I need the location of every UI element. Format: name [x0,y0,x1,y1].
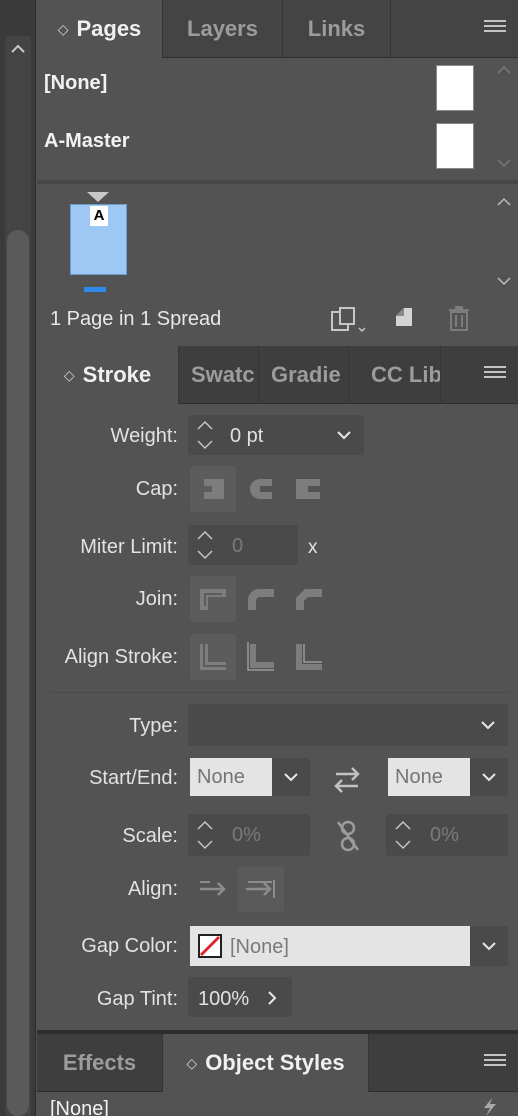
current-spread-marker-icon [87,192,109,202]
align-arrowhead-end-button[interactable] [238,866,284,912]
tab-links[interactable]: Links [283,0,391,58]
chevron-down-icon[interactable] [496,274,512,292]
tab-cc-libraries[interactable]: CC Lib [349,346,441,404]
chevron-down-icon[interactable] [481,770,497,788]
cap-label: Cap: [135,478,178,500]
stroke-tab-bar: ◇ Stroke Swatc Gradie CC Lib [37,346,518,404]
tab-label: Effects [62,1050,137,1075]
gap-color-label: Gap Color: [81,935,178,957]
scale-start-stepper[interactable] [192,815,222,855]
lightning-icon[interactable] [480,1098,500,1116]
miter-join-button[interactable] [190,576,236,622]
master-thumbnail-a-master[interactable] [436,123,474,169]
align-stroke-center-button[interactable] [190,634,236,680]
gap-tint-label: Gap Tint: [96,988,178,1010]
miter-limit-value: 0 [232,535,244,557]
panel-menu-icon[interactable] [484,366,506,382]
miter-suffix: x [308,537,318,558]
butt-cap-button[interactable] [190,466,236,512]
weight-label: Weight: [110,425,178,447]
end-arrowhead-dropdown[interactable]: None [388,758,470,796]
align-arrowhead-beyond-button[interactable] [190,866,236,912]
start-end-label: Start/End: [89,767,178,789]
round-join-button[interactable] [238,576,284,622]
chevron-up-icon[interactable] [8,40,28,58]
collapse-chevrons-icon: ◇ [63,366,75,383]
align-stroke-outside-button[interactable] [286,634,332,680]
new-page-icon[interactable] [392,306,416,335]
tab-pages[interactable]: ◇ Pages [37,0,163,58]
align-label: Align: [127,878,178,900]
tab-gradient[interactable]: Gradie [259,346,349,404]
chevron-up-icon[interactable] [496,194,512,212]
chevron-down-icon[interactable] [481,939,497,957]
scale-start-value: 0% [232,824,261,846]
tab-label: Gradie [271,362,341,387]
gap-tint-value: 100% [198,988,250,1010]
chevron-down-icon[interactable] [496,156,512,172]
panel-menu-icon[interactable] [484,20,506,36]
collapse-chevrons-icon: ◇ [57,20,69,37]
round-cap-button[interactable] [238,466,284,512]
tab-label: Pages [76,16,142,41]
start-arrowhead-dropdown[interactable]: None [190,758,272,796]
join-label: Join: [135,588,178,610]
align-stroke-label: Align Stroke: [64,646,178,668]
chevron-down-icon[interactable] [283,770,299,788]
object-style-item-none[interactable]: [None] [50,1098,109,1116]
scale-end-stepper[interactable] [390,815,420,855]
bevel-join-button[interactable] [286,576,332,622]
dock-scrollbar-thumb[interactable] [7,230,29,1116]
collapse-chevrons-icon: ◇ [186,1054,198,1071]
pages-section-divider[interactable] [37,180,518,184]
stroke-section-divider [50,692,510,693]
effects-tab-bar: Effects ◇ Object Styles [37,1034,518,1092]
tab-label: Stroke [82,362,152,387]
master-item-a-master[interactable]: A-Master [44,130,130,153]
type-dropdown[interactable] [188,704,508,746]
tab-label: Object Styles [205,1050,345,1075]
tab-label: Swatc [191,362,255,387]
tab-label: CC Lib [371,362,441,387]
miter-limit-label: Miter Limit: [80,536,178,558]
pages-tab-bar: ◇ Pages Layers Links [37,0,518,58]
tab-stroke[interactable]: ◇ Stroke [37,346,179,404]
projecting-cap-button[interactable] [286,466,332,512]
align-stroke-inside-button[interactable] [238,634,284,680]
chevron-up-icon[interactable] [496,62,512,78]
tab-layers[interactable]: Layers [163,0,283,58]
tab-effects[interactable]: Effects [37,1034,163,1092]
spread-info: 1 Page in 1 Spread [50,308,222,330]
tab-label: Links [307,16,366,41]
weight-value: 0 pt [230,425,264,447]
tab-label: Layers [187,16,258,41]
swap-icon[interactable] [330,764,364,799]
scale-label: Scale: [122,825,178,847]
chevron-down-icon[interactable] [336,428,352,446]
page-master-letter: A [90,206,108,226]
type-label: Type: [129,715,178,737]
master-item-none[interactable]: [None] [44,72,107,95]
trash-icon[interactable] [446,304,472,337]
scale-end-value: 0% [430,824,459,846]
gap-color-value: [None] [230,936,289,958]
master-thumbnail-none[interactable] [436,65,474,111]
none-swatch-icon [198,934,222,963]
unlink-scale-icon[interactable] [334,818,362,859]
panel-menu-icon[interactable] [484,1054,506,1070]
tab-object-styles[interactable]: ◇ Object Styles [163,1034,369,1092]
chevron-down-icon[interactable] [480,718,496,736]
page-selection-bar [84,287,106,292]
tab-swatches[interactable]: Swatc [179,346,259,404]
chevron-right-icon[interactable] [266,990,278,1011]
weight-stepper[interactable] [192,415,222,455]
new-page-size-icon[interactable] [330,306,370,339]
miter-limit-stepper[interactable] [192,525,222,565]
